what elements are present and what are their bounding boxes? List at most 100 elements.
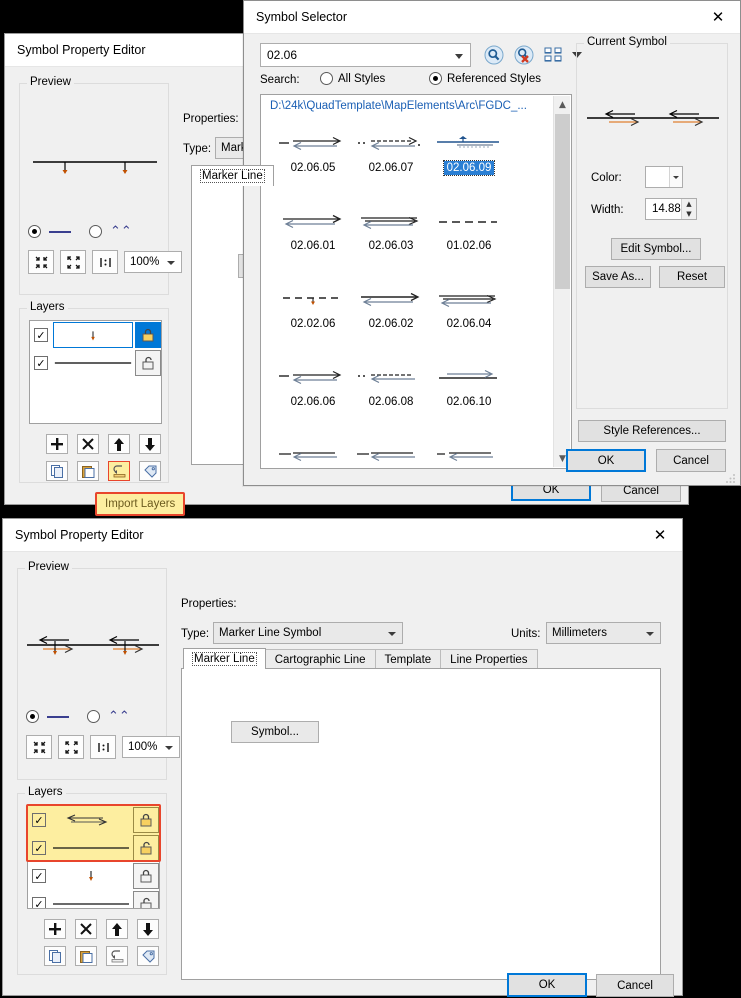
layers-list-bottom[interactable]: ✓ ✓ ✓ ✓ bbox=[27, 805, 160, 909]
layer-lock-icon[interactable] bbox=[135, 322, 161, 348]
preview-zoom-combo-top[interactable]: 100% bbox=[124, 251, 182, 273]
type-label-text: Type: bbox=[181, 628, 210, 640]
delete-layer-button[interactable] bbox=[75, 919, 97, 939]
layer-visibility-checkbox[interactable]: ✓ bbox=[32, 813, 46, 827]
move-layer-down-button[interactable] bbox=[139, 434, 161, 454]
scrollbar-thumb[interactable] bbox=[555, 114, 570, 289]
search-icon[interactable] bbox=[482, 43, 506, 67]
radio-wavy-preview-bottom[interactable] bbox=[87, 710, 100, 723]
layer-row[interactable]: ✓ bbox=[28, 862, 159, 890]
preview-zoom-combo-bottom[interactable]: 100% bbox=[122, 736, 180, 758]
radio-all-styles-button[interactable] bbox=[320, 72, 333, 85]
tag-layer-button[interactable] bbox=[137, 946, 159, 966]
radio-straight-preview-bottom[interactable] bbox=[26, 710, 39, 723]
layer-lock-icon[interactable] bbox=[133, 807, 159, 833]
ok-button-symbol-selector[interactable]: OK bbox=[566, 449, 646, 472]
add-layer-button[interactable] bbox=[46, 434, 68, 454]
layer-row[interactable]: ✓ bbox=[30, 321, 161, 349]
width-increment-icon[interactable]: ▲ bbox=[681, 199, 696, 209]
radio-wavy-preview-top[interactable] bbox=[89, 225, 102, 238]
copy-layer-button[interactable] bbox=[46, 461, 68, 481]
radio-all-styles[interactable]: All Styles bbox=[320, 72, 385, 85]
layer-unlock-icon[interactable] bbox=[133, 835, 159, 861]
zoom-fit-icon[interactable] bbox=[60, 250, 86, 274]
layers-list-top[interactable]: ✓ ✓ bbox=[29, 320, 162, 424]
symbol-cell[interactable]: 02.06.04 bbox=[416, 283, 522, 331]
tab-marker-line-top[interactable]: Marker Line bbox=[191, 165, 274, 186]
layer-visibility-checkbox[interactable]: ✓ bbox=[32, 897, 46, 908]
layer-row[interactable]: ✓ bbox=[30, 349, 161, 377]
layer-visibility-checkbox[interactable]: ✓ bbox=[32, 869, 46, 883]
layer-visibility-checkbox[interactable]: ✓ bbox=[32, 841, 46, 855]
window-title: Symbol Property Editor bbox=[17, 43, 146, 57]
symbol-button-bottom[interactable]: Symbol... bbox=[231, 721, 319, 743]
symbol-cell[interactable]: 02.06.10 bbox=[416, 361, 522, 409]
color-picker-button[interactable] bbox=[645, 166, 683, 188]
preview-canvas-bottom bbox=[19, 579, 165, 704]
zoom-out-icon[interactable] bbox=[28, 250, 54, 274]
search-input[interactable]: 02.06 bbox=[260, 43, 471, 67]
symbol-list-scrollbar[interactable]: ▲ ▼ bbox=[553, 96, 570, 467]
reset-button[interactable]: Reset bbox=[659, 266, 725, 288]
clear-search-icon[interactable] bbox=[512, 43, 536, 67]
width-value[interactable]: 14.88 bbox=[646, 203, 681, 215]
scroll-up-icon[interactable]: ▲ bbox=[554, 96, 571, 113]
symbol-cell-selected[interactable]: 02.06.09 bbox=[416, 127, 522, 176]
tag-layer-button[interactable] bbox=[139, 461, 161, 481]
radio-referenced-styles[interactable]: Referenced Styles bbox=[429, 72, 541, 85]
symbol-list-pane[interactable]: D:\24k\QuadTemplate\MapElements\Arc\FGDC… bbox=[260, 94, 572, 469]
tab-template[interactable]: Template bbox=[374, 649, 442, 669]
width-stepper[interactable]: 14.88 ▲ ▼ bbox=[645, 198, 697, 220]
close-icon[interactable]: ✕ bbox=[638, 519, 682, 551]
symbol-cell[interactable] bbox=[416, 439, 522, 468]
radio-straight-preview-top[interactable] bbox=[28, 225, 41, 238]
preview-zoom-tools-bottom: 100% bbox=[26, 735, 180, 759]
title-bar-symbol-selector: Symbol Selector ✕ bbox=[244, 1, 740, 34]
move-layer-down-button[interactable] bbox=[137, 919, 159, 939]
zoom-actual-size-icon[interactable] bbox=[92, 250, 118, 274]
close-icon[interactable]: ✕ bbox=[696, 1, 740, 33]
cancel-button-symbol-selector[interactable]: Cancel bbox=[656, 449, 726, 472]
symbol-cell[interactable]: 01.02.06 bbox=[416, 205, 522, 253]
layer-visibility-checkbox[interactable]: ✓ bbox=[34, 328, 48, 342]
copy-layer-button[interactable] bbox=[44, 946, 66, 966]
import-layers-button[interactable] bbox=[108, 461, 130, 481]
tab-line-properties[interactable]: Line Properties bbox=[440, 649, 538, 669]
color-dropdown-icon[interactable] bbox=[669, 167, 682, 187]
delete-layer-button[interactable] bbox=[77, 434, 99, 454]
layer-unlock-icon[interactable] bbox=[133, 891, 159, 908]
zoom-actual-size-icon[interactable] bbox=[90, 735, 116, 759]
units-combo[interactable]: Millimeters bbox=[546, 622, 661, 644]
resize-grip-icon[interactable] bbox=[725, 472, 737, 484]
view-mode-icon[interactable] bbox=[542, 43, 564, 67]
width-spin-arrows[interactable]: ▲ ▼ bbox=[680, 199, 696, 219]
tab-marker-line[interactable]: Marker Line bbox=[183, 648, 266, 669]
layer-row[interactable]: ✓ bbox=[28, 834, 159, 862]
style-references-button[interactable]: Style References... bbox=[578, 420, 726, 442]
move-layer-up-button[interactable] bbox=[106, 919, 128, 939]
import-layers-button[interactable] bbox=[106, 946, 128, 966]
paste-layer-button[interactable] bbox=[77, 461, 99, 481]
style-references-label: Style References... bbox=[603, 425, 701, 437]
type-combo-bottom[interactable]: Marker Line Symbol bbox=[213, 622, 403, 644]
tab-cartographic-line[interactable]: Cartographic Line bbox=[264, 649, 376, 669]
tab-label: Marker Line bbox=[200, 169, 265, 183]
add-layer-button[interactable] bbox=[44, 919, 66, 939]
cancel-button-editor-bottom[interactable]: Cancel bbox=[596, 974, 674, 997]
width-decrement-icon[interactable]: ▼ bbox=[681, 209, 696, 219]
edit-symbol-button[interactable]: Edit Symbol... bbox=[611, 238, 701, 260]
layer-unlock-icon[interactable] bbox=[135, 350, 161, 376]
layer-preview-swatch bbox=[53, 322, 133, 348]
zoom-fit-icon[interactable] bbox=[58, 735, 84, 759]
ok-button-editor-bottom[interactable]: OK bbox=[507, 973, 587, 997]
layer-visibility-checkbox[interactable]: ✓ bbox=[34, 356, 48, 370]
zoom-out-icon[interactable] bbox=[26, 735, 52, 759]
save-as-button[interactable]: Save As... bbox=[585, 266, 651, 288]
layer-row[interactable]: ✓ bbox=[28, 890, 159, 908]
move-layer-up-button[interactable] bbox=[108, 434, 130, 454]
layer-row[interactable]: ✓ bbox=[28, 806, 159, 834]
layer-lock-icon[interactable] bbox=[133, 863, 159, 889]
paste-layer-button[interactable] bbox=[75, 946, 97, 966]
symbol-label: 02.06.08 bbox=[368, 396, 414, 408]
radio-referenced-styles-button[interactable] bbox=[429, 72, 442, 85]
